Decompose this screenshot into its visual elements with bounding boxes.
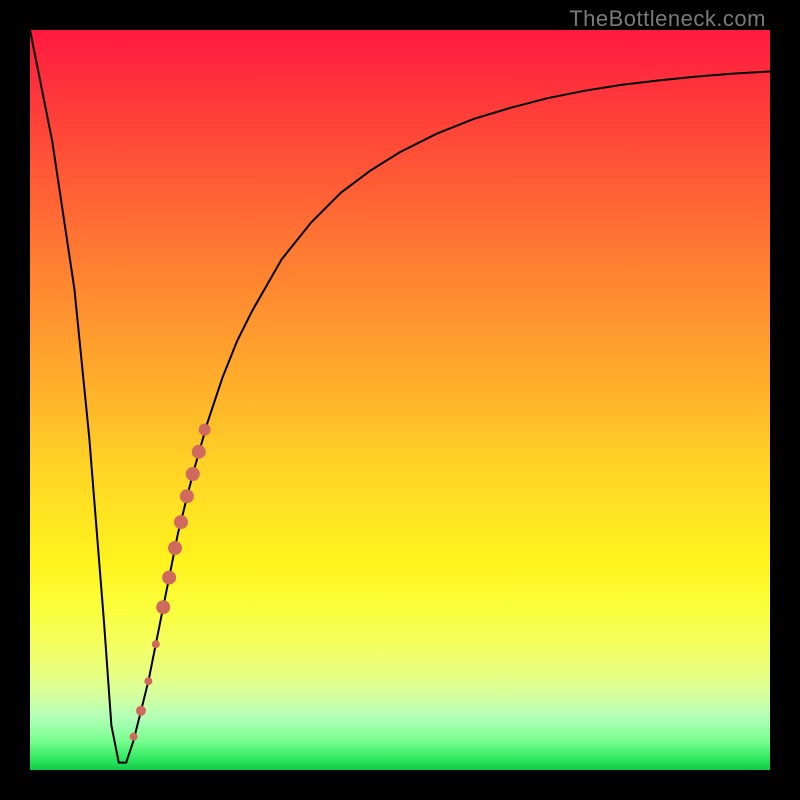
data-marker	[152, 640, 160, 648]
data-marker	[180, 489, 194, 503]
data-marker	[130, 733, 138, 741]
data-marker	[144, 677, 152, 685]
data-marker	[192, 445, 206, 459]
data-marker	[162, 571, 176, 585]
data-marker	[174, 515, 188, 529]
chart-frame: TheBottleneck.com	[0, 0, 800, 800]
data-marker	[199, 424, 211, 436]
chart-overlay	[30, 30, 770, 770]
bottleneck-curve	[30, 30, 770, 763]
data-marker	[136, 706, 146, 716]
watermark-text: TheBottleneck.com	[569, 6, 766, 32]
data-marker	[168, 541, 182, 555]
data-marker	[156, 600, 170, 614]
data-markers	[130, 424, 211, 741]
data-marker	[186, 467, 200, 481]
